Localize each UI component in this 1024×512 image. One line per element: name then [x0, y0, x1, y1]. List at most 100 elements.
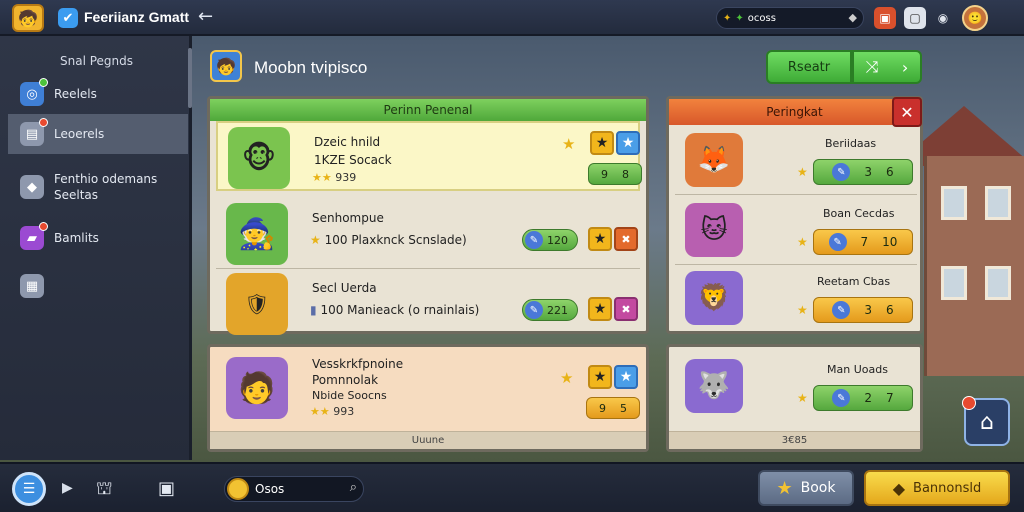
panel-footer: 3€85	[669, 431, 920, 449]
book-button[interactable]: ★ Book	[758, 470, 854, 506]
level-value: 221	[547, 303, 568, 317]
list-item[interactable]: 🧑 Vesskrkfpnoine Pomnnolak Nbide Soocns …	[216, 353, 640, 423]
score-b: 5	[620, 401, 627, 415]
book-label: Book	[800, 480, 836, 496]
notification-dot	[39, 78, 48, 87]
row-name: Secl Uerda	[312, 281, 377, 295]
coin-icon	[227, 478, 249, 500]
coin-value: Osos	[255, 482, 285, 496]
sidebar-item-reelels[interactable]: ◎ Reelels	[8, 74, 188, 114]
top-bar: 🧒 ✔ Feeriianz Gmatt ← ✦ ✦ ocoss ◆ ▣ ▢ ◉ …	[0, 0, 1024, 36]
list-item[interactable]: 🦁 Reetam Cbas ★ ✎ 3 6	[675, 265, 917, 333]
resource-value: ocoss	[747, 12, 776, 24]
score-pill: ✎ 7 10	[813, 229, 913, 255]
house-building	[924, 156, 1024, 376]
dropdown-icon[interactable]: ◆	[849, 11, 857, 24]
list-item[interactable]: 🐱 Boan Cecdas ★ ✎ 7 10	[675, 197, 917, 265]
score-pill: ✎ 3 6	[813, 297, 913, 323]
sidebar-item-leoerels[interactable]: ▤ Leoerels	[8, 114, 188, 154]
row-sub: Nbide Soocns	[312, 389, 387, 402]
score-a: 3	[864, 165, 872, 179]
monkey-avatar: 🐵	[228, 127, 290, 189]
book-icon: ▰	[20, 222, 48, 250]
score-a: 9	[601, 167, 608, 181]
search-icon[interactable]: ⌕	[350, 480, 357, 495]
fox-avatar: 🦊	[685, 133, 743, 187]
shop-icon[interactable]: ⛫	[96, 478, 113, 502]
score-pill: 9 8	[588, 163, 642, 185]
star-icon: ★	[797, 235, 808, 249]
row-line-text: 100 Plaxknck Scnslade)	[324, 233, 467, 247]
mail-icon[interactable]: ▣	[874, 7, 896, 29]
menu-button[interactable]: ☰	[12, 472, 46, 506]
resource-pill[interactable]: ✦ ✦ ocoss ◆	[716, 7, 864, 29]
gold-action-button[interactable]: ◆ Bannonsld	[864, 470, 1010, 506]
row-sub: Pomnnolak	[312, 373, 379, 387]
level-pill: ✎ 120	[522, 229, 578, 251]
sidebar-item-label: Reelels	[54, 87, 97, 101]
row-name: Dzeic hnild	[314, 135, 381, 149]
coin-balance[interactable]: Osos ⌕	[224, 476, 364, 502]
sidebar-item-inventory[interactable]: ▦	[8, 266, 188, 306]
list-item[interactable]: 🧙 Senhompue ★ 100 Plaxknck Scnslade) ✎ 12…	[216, 199, 640, 269]
ranking-self-panel: 🐺 Man Uoads ★ ✎ 2 7 3€85	[666, 344, 923, 452]
play-arrow-icon[interactable]: ▶	[62, 480, 73, 496]
notification-dot	[39, 118, 48, 127]
list-item[interactable]: 🐵 Dzeic hnild 1KZE Socack ★★ 939 ★ ★ ★ 9…	[216, 121, 642, 191]
house-window	[941, 266, 967, 300]
score-a: 2	[864, 391, 872, 405]
sidebar-item-fenthio[interactable]: ◆ Fenthio odemans Seeltas	[8, 160, 188, 214]
home-icon: ⌂	[980, 409, 994, 435]
panel-header: Peringkat	[669, 99, 920, 125]
menu-icon: ☰	[22, 481, 36, 497]
close-button[interactable]: ✕	[892, 97, 922, 127]
ticket-icon: ◆	[892, 478, 906, 498]
calendar-icon[interactable]: ▢	[904, 7, 926, 29]
app-avatar-icon[interactable]: 🧒	[12, 4, 44, 32]
row-line-text: 100 Manieack (o rnainlais)	[320, 303, 480, 317]
star-icon: ★	[797, 303, 808, 317]
row-line: ▮ 100 Manieack (o rnainlais)	[310, 303, 479, 317]
row-stars: ★★ 939	[312, 171, 356, 184]
row-line: ★ 100 Plaxknck Scnslade)	[310, 233, 467, 247]
sidebar-item-label: Leoerels	[54, 127, 105, 141]
score-b: 10	[882, 235, 898, 249]
sidebar-item-label: Bamlits	[54, 231, 99, 245]
pirate-avatar: 🧑	[226, 357, 288, 419]
row-name: Reetam Cbas	[817, 275, 891, 288]
reset-button[interactable]: Rseatr	[766, 50, 852, 84]
gem-icon: ✦	[723, 12, 732, 24]
leaderboard-panel: Perinn Penenal 🐵 Dzeic hnild 1KZE Socack…	[207, 96, 649, 335]
notification-dot	[39, 222, 48, 231]
back-arrow-icon[interactable]: ←	[198, 6, 213, 27]
bag-icon[interactable]: ▣	[158, 478, 175, 499]
level-icon: ✎	[525, 301, 543, 319]
home-button[interactable]: ⌂	[962, 396, 1010, 446]
panel-header: Perinn Penenal	[210, 99, 646, 121]
blue-star-badge: ★	[616, 131, 640, 155]
star-icon: ★★	[312, 171, 332, 184]
sword-badge: ✖	[614, 297, 638, 321]
list-item[interactable]: 🛡 Secl Uerda ▮ 100 Manieack (o rnainlais…	[216, 269, 640, 339]
row-stars: ★★ 993	[310, 405, 354, 418]
wolf-avatar: 🐺	[685, 359, 743, 413]
blue-star-badge: ★	[614, 365, 638, 389]
compass-icon: ◎	[20, 78, 48, 106]
settings-icon[interactable]: ◉	[932, 7, 954, 29]
list-item[interactable]: 🦊 Beriidaas ★ ✎ 3 6	[675, 127, 917, 195]
level-value: 120	[547, 233, 568, 247]
lion-avatar: 🦁	[685, 271, 743, 325]
next-button[interactable]: ⤨ ›	[852, 50, 922, 84]
sidebar-heading: Snal Pegnds	[60, 54, 134, 68]
logo-avatar: 🛡	[226, 273, 288, 335]
level-pill: ✎ 221	[522, 299, 578, 321]
level-icon: ✎	[525, 231, 543, 249]
score-a: 9	[599, 401, 606, 415]
score-pill: 9 5	[586, 397, 640, 419]
sidebar-item-bamlits[interactable]: ▰ Bamlits	[8, 218, 188, 258]
sidebar-scrollbar[interactable]	[188, 48, 192, 108]
list-item[interactable]: 🐺 Man Uoads ★ ✎ 2 7	[675, 353, 917, 421]
score-b: 6	[886, 303, 894, 317]
house-window	[985, 266, 1011, 300]
user-avatar[interactable]: 🙂	[962, 5, 988, 31]
